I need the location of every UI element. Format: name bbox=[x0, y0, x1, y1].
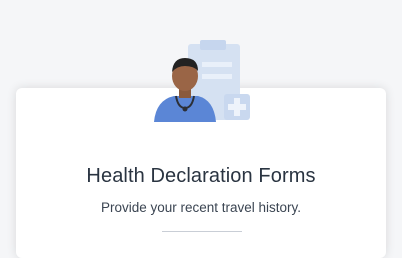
doctor-with-clipboard-icon bbox=[148, 40, 258, 124]
card-subtitle: Provide your recent travel history. bbox=[100, 200, 302, 215]
card-title: Health Declaration Forms bbox=[86, 165, 316, 187]
divider bbox=[162, 231, 242, 232]
